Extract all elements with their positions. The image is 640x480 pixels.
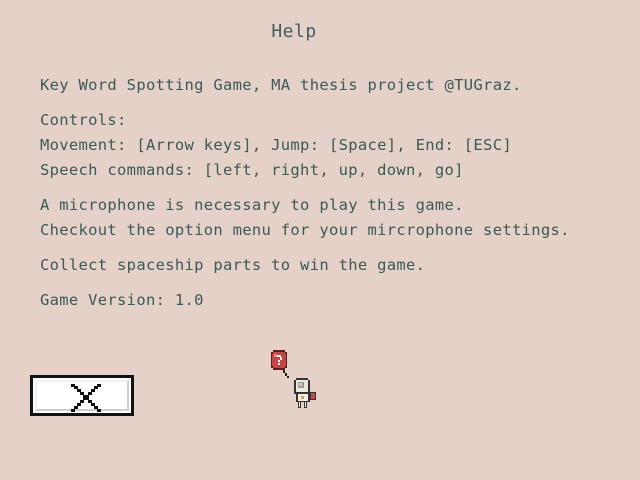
astronaut-icon (271, 350, 316, 408)
microphone-settings-text: Checkout the option menu for your mircro… (40, 221, 570, 239)
close-button[interactable] (30, 375, 134, 416)
objective-text: Collect spaceship parts to win the game. (40, 256, 426, 274)
page-title: Help (271, 21, 317, 42)
close-x-icon (71, 384, 101, 412)
movement-controls: Movement: [Arrow keys], Jump: [Space], E… (40, 136, 512, 154)
intro-text: Key Word Spotting Game, MA thesis projec… (40, 76, 522, 94)
help-text: Key Word Spotting Game, MA thesis projec… (40, 73, 620, 313)
microphone-required-text: A microphone is necessary to play this g… (40, 196, 464, 214)
question-balloon-icon (271, 350, 289, 378)
controls-heading: Controls: (40, 111, 127, 129)
help-screen: Help Key Word Spotting Game, MA thesis p… (0, 0, 640, 480)
astronaut-body (294, 378, 316, 408)
speech-commands: Speech commands: [left, right, up, down,… (40, 161, 464, 179)
game-version: Game Version: 1.0 (40, 291, 204, 309)
